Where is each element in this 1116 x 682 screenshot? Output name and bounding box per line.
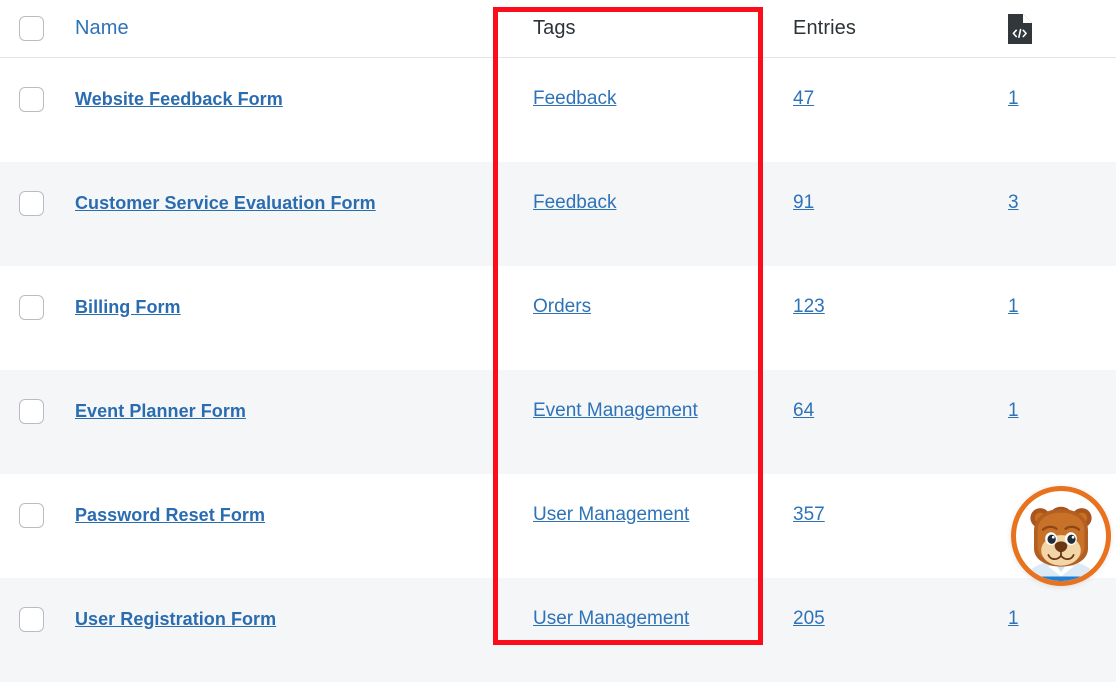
row-select-cell xyxy=(0,162,75,240)
row-select-checkbox[interactable] xyxy=(19,295,44,320)
form-entries-link[interactable]: 91 xyxy=(793,192,814,214)
form-entries-cell: 47 xyxy=(765,58,945,136)
form-tag-link[interactable]: Orders xyxy=(533,296,591,318)
column-header-entries[interactable]: Entries xyxy=(765,0,945,57)
code-file-icon xyxy=(1008,14,1032,44)
form-name-cell: Event Planner Form xyxy=(75,370,493,448)
form-tag-link[interactable]: Feedback xyxy=(533,192,616,214)
row-select-checkbox[interactable] xyxy=(19,399,44,424)
column-header-tags-label: Tags xyxy=(533,17,576,40)
form-name-cell: Website Feedback Form xyxy=(75,58,493,136)
form-entries-cell: 357 xyxy=(765,474,945,552)
form-tags-cell: Feedback xyxy=(493,162,765,240)
form-entries-link[interactable]: 205 xyxy=(793,608,825,630)
table-row[interactable]: Customer Service Evaluation Form Feedbac… xyxy=(0,162,1116,266)
form-code-count-link[interactable]: 1 xyxy=(1008,296,1019,318)
form-entries-cell: 205 xyxy=(765,578,945,656)
forms-table: Name Tags Entries xyxy=(0,0,1116,656)
form-tag-link[interactable]: User Management xyxy=(533,608,689,630)
form-entries-link[interactable]: 357 xyxy=(793,504,825,526)
form-tags-cell: Event Management xyxy=(493,370,765,448)
form-tags-cell: User Management xyxy=(493,474,765,552)
form-entries-link[interactable]: 64 xyxy=(793,400,814,422)
form-tag-link[interactable]: User Management xyxy=(533,504,689,526)
form-entries-link[interactable]: 47 xyxy=(793,88,814,110)
form-name-cell: Billing Form xyxy=(75,266,493,344)
form-entries-cell: 91 xyxy=(765,162,945,240)
table-row[interactable]: Website Feedback Form Feedback 47 1 xyxy=(0,58,1116,162)
row-select-checkbox[interactable] xyxy=(19,191,44,216)
table-row[interactable]: Password Reset Form User Management 357 xyxy=(0,474,1116,578)
row-select-cell xyxy=(0,370,75,448)
form-code-cell: 3 xyxy=(945,162,1116,240)
table-row[interactable]: Billing Form Orders 123 1 xyxy=(0,266,1116,370)
select-all-cell xyxy=(0,0,75,57)
form-name-cell: Password Reset Form xyxy=(75,474,493,552)
form-tags-cell: Orders xyxy=(493,266,765,344)
form-tag-link[interactable]: Feedback xyxy=(533,88,616,110)
table-row[interactable]: User Registration Form User Management 2… xyxy=(0,578,1116,682)
form-name-link[interactable]: Website Feedback Form xyxy=(75,89,283,110)
column-header-code[interactable] xyxy=(945,0,1116,57)
table-header-row: Name Tags Entries xyxy=(0,0,1116,58)
select-all-checkbox[interactable] xyxy=(19,16,44,41)
form-code-cell: 1 xyxy=(945,578,1116,656)
column-header-entries-label: Entries xyxy=(793,17,856,40)
form-code-cell: 1 xyxy=(945,58,1116,136)
form-name-link[interactable]: Password Reset Form xyxy=(75,505,265,526)
form-tags-cell: Feedback xyxy=(493,58,765,136)
form-code-count-link[interactable]: 1 xyxy=(1008,608,1019,630)
column-header-name[interactable]: Name xyxy=(75,0,493,57)
form-code-count-link[interactable]: 3 xyxy=(1008,192,1019,214)
row-select-checkbox[interactable] xyxy=(19,87,44,112)
table-row[interactable]: Event Planner Form Event Management 64 1 xyxy=(0,370,1116,474)
form-tag-link[interactable]: Event Management xyxy=(533,400,698,422)
form-name-link[interactable]: User Registration Form xyxy=(75,609,276,630)
form-entries-link[interactable]: 123 xyxy=(793,296,825,318)
form-code-count-link[interactable]: 1 xyxy=(1008,400,1019,422)
form-name-cell: User Registration Form xyxy=(75,578,493,656)
form-name-cell: Customer Service Evaluation Form xyxy=(75,162,493,240)
row-select-checkbox[interactable] xyxy=(19,503,44,528)
column-header-name-label: Name xyxy=(75,17,129,40)
form-name-link[interactable]: Customer Service Evaluation Form xyxy=(75,193,376,214)
form-name-link[interactable]: Event Planner Form xyxy=(75,401,246,422)
form-code-count-link[interactable]: 1 xyxy=(1008,88,1019,110)
row-select-cell xyxy=(0,266,75,344)
row-select-cell xyxy=(0,578,75,656)
column-header-tags[interactable]: Tags xyxy=(493,0,765,57)
form-entries-cell: 123 xyxy=(765,266,945,344)
row-select-checkbox[interactable] xyxy=(19,607,44,632)
bear-mascot-avatar[interactable] xyxy=(1011,486,1111,586)
row-select-cell xyxy=(0,474,75,552)
form-code-cell: 1 xyxy=(945,266,1116,344)
form-name-link[interactable]: Billing Form xyxy=(75,297,181,318)
table-body: Website Feedback Form Feedback 47 1 Cust… xyxy=(0,58,1116,682)
form-entries-cell: 64 xyxy=(765,370,945,448)
form-code-cell: 1 xyxy=(945,370,1116,448)
form-tags-cell: User Management xyxy=(493,578,765,656)
row-select-cell xyxy=(0,58,75,136)
